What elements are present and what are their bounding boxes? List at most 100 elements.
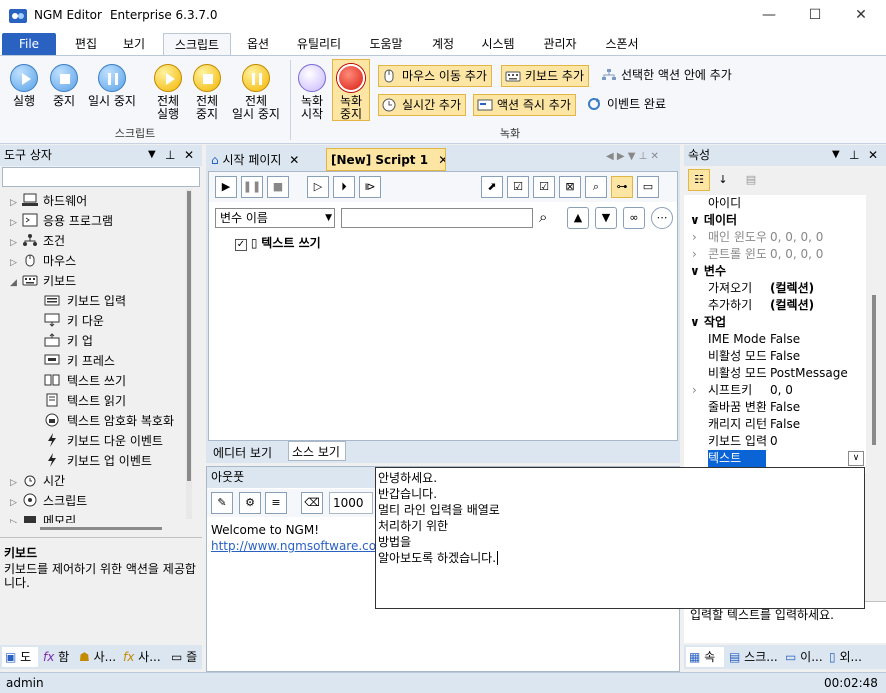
tree-h-scrollbar[interactable] xyxy=(40,527,162,530)
menu-icon[interactable]: ≡ xyxy=(265,492,287,514)
output-link[interactable]: http://www.ngmsoftware.com xyxy=(211,539,388,553)
dropdown-icon[interactable]: ▼ xyxy=(832,145,840,165)
tree-item-time[interactable]: ▷ 시간 xyxy=(10,471,65,491)
search-icon[interactable]: ⌕ xyxy=(585,176,607,198)
run-all-button[interactable]: 전체 실행 xyxy=(148,64,188,121)
pause-button[interactable]: 일시 중지 xyxy=(84,64,140,108)
play-icon[interactable]: ▶ xyxy=(215,176,237,198)
record-start-button[interactable]: 녹화 시작 xyxy=(295,64,329,121)
delete-icon[interactable]: ⊠ xyxy=(559,176,581,198)
event-complete-button[interactable]: 이벤트 완료 xyxy=(584,94,670,116)
property-pages-icon[interactable]: ▤ xyxy=(740,169,762,191)
tab-functions[interactable]: fx 함 xyxy=(40,647,74,667)
tab-editor-view[interactable]: 에디터 보기 xyxy=(210,443,286,463)
record-stop-button[interactable]: 녹화 중지 xyxy=(332,59,370,121)
tab-help[interactable]: 도움말 xyxy=(362,33,410,55)
category-variable[interactable]: ∨ 변수 xyxy=(690,263,866,280)
step-icon[interactable]: ▷ xyxy=(307,176,329,198)
minimize-button[interactable]: — xyxy=(746,0,792,31)
category-data[interactable]: ∨ 데이터 xyxy=(690,212,866,229)
tab-toolbox[interactable]: ▣ 도 xyxy=(2,647,38,667)
checkbox-icon[interactable]: ✓ xyxy=(235,239,247,251)
more-icon[interactable]: ⋯ xyxy=(651,207,673,229)
add-mouse-move-button[interactable]: 마우스 이동 추가 xyxy=(378,65,492,87)
tree-child-read-text[interactable]: 텍스트 읽기 xyxy=(44,391,126,411)
dropdown-icon[interactable]: ▼ xyxy=(148,145,156,165)
pin-icon[interactable]: ⊥ xyxy=(165,145,175,165)
check-icon[interactable]: ☑ xyxy=(533,176,555,198)
prop-carriage-return[interactable]: 캐리지 리턴 False xyxy=(684,416,864,433)
tab-view[interactable]: 보기 xyxy=(114,33,154,55)
prop-ime-mode[interactable]: IME Mode False xyxy=(684,331,864,348)
maximize-button[interactable]: ☐ xyxy=(792,0,838,31)
infinity-icon[interactable]: ∞ xyxy=(623,207,645,229)
run-selected-icon[interactable]: ⧐ xyxy=(359,176,381,198)
chart-icon[interactable]: ⬈ xyxy=(481,176,503,198)
stop-button[interactable]: 중지 xyxy=(46,64,82,108)
tree-scrollbar[interactable] xyxy=(186,189,192,519)
check-all-icon[interactable]: ☑ xyxy=(507,176,529,198)
tree-item-condition[interactable]: ▷ 조건 xyxy=(10,231,65,251)
tab-system[interactable]: 시스템 xyxy=(474,33,522,55)
tree-child-key-up[interactable]: 키 업 xyxy=(44,331,93,351)
tree-child-keyboard-input[interactable]: 키보드 입력 xyxy=(44,291,126,311)
add-keyboard-button[interactable]: 키보드 추가 xyxy=(501,65,590,87)
panel-close-icon[interactable]: ✕ xyxy=(868,145,878,165)
tab-source-view[interactable]: 소스 보기 xyxy=(288,441,346,461)
tree-child-encrypt-text[interactable]: 텍스트 암호화 복호화 xyxy=(44,411,174,431)
tab-utility[interactable]: 유틸리티 xyxy=(290,33,348,55)
tree-child-key-down[interactable]: 키 다운 xyxy=(44,311,104,331)
toolbox-search-input[interactable] xyxy=(2,167,200,187)
add-instant-action-button[interactable]: 액션 즉시 추가 xyxy=(473,94,576,116)
tree-item-memory[interactable]: ▷ 메모리 xyxy=(10,511,76,523)
tab-script-1[interactable]: [New] Script 1 ✕ xyxy=(326,148,446,171)
category-work[interactable]: ∨ 작업 xyxy=(690,314,866,331)
prop-add[interactable]: 추가하기 (컬렉션) xyxy=(684,297,864,314)
tree-child-keyboard-down-event[interactable]: 키보드 다운 이벤트 xyxy=(44,431,163,451)
pause-all-button[interactable]: 전체 일시 중지 xyxy=(228,64,284,121)
tab-options[interactable]: 옵션 xyxy=(238,33,278,55)
tree-item-application[interactable]: ▷ 응용 프로그램 xyxy=(10,211,113,231)
stop-all-button[interactable]: 전체 중지 xyxy=(188,64,226,121)
clean-icon[interactable]: ✎ xyxy=(211,492,233,514)
tree-item-mouse[interactable]: ▷ 마우스 xyxy=(10,251,76,271)
panel-close-icon[interactable]: ✕ xyxy=(184,145,194,165)
tab-script[interactable]: 스크립트 xyxy=(163,33,231,55)
prop-keyboard-input[interactable]: 키보드 입력 0 xyxy=(684,433,864,450)
tab-edit[interactable]: 편집 xyxy=(66,33,106,55)
prop-inactive-mode[interactable]: 비활성 모드 False xyxy=(684,348,864,365)
prop-control-window[interactable]: ›콘트롤 윈도우0, 0, 0, 0 xyxy=(684,246,864,263)
pin-icon[interactable]: ⊥ xyxy=(849,145,859,165)
prop-main-window[interactable]: › 매인 윈도우 0, 0, 0, 0 xyxy=(684,229,864,246)
tree-child-key-press[interactable]: 키 프레스 xyxy=(44,351,115,371)
tab-favorites[interactable]: ▭ 즐 xyxy=(168,647,200,667)
eraser-icon[interactable]: ⌫ xyxy=(301,492,323,514)
multiline-text-editor[interactable]: 안녕하세요. 반갑습니다. 멀티 라인 입력을 배열로 처리하기 위한 방법을 … xyxy=(375,467,865,609)
action-row-write-text[interactable]: ✓ ▯ 텍스트 쓰기 xyxy=(235,234,321,251)
pause-icon[interactable]: ❚❚ xyxy=(241,176,263,198)
variable-select[interactable]: 변수 이름 ▼ xyxy=(215,208,335,228)
tree-item-script[interactable]: ▷ 스크립트 xyxy=(10,491,87,511)
prop-shift-key[interactable]: › 시프트키 0, 0 xyxy=(684,382,864,399)
file-menu[interactable]: File xyxy=(2,33,56,55)
tab-admin[interactable]: 관리자 xyxy=(536,33,584,55)
prop-text[interactable]: 텍스트 ∨ xyxy=(684,450,864,467)
tab-user[interactable]: ☗ 사... xyxy=(76,647,118,667)
categorized-icon[interactable]: ☷ xyxy=(688,169,710,191)
tab-user-functions[interactable]: fx 사... xyxy=(120,647,166,667)
search-icon[interactable]: ⌕ xyxy=(539,208,547,226)
monitor-icon[interactable]: ▭ xyxy=(637,176,659,198)
tab-nav-icons[interactable]: ◀ ▶ ▼ ⊥ ✕ xyxy=(606,151,659,162)
tab-images[interactable]: ▭ 이... xyxy=(782,647,824,667)
move-up-icon[interactable]: ▲ xyxy=(567,207,589,229)
stop-icon[interactable]: ■ xyxy=(267,176,289,198)
prop-inactive-method[interactable]: 비활성 모드 PostMessage xyxy=(684,365,864,382)
line-count-input[interactable]: 1000 xyxy=(329,492,373,514)
tab-start-page[interactable]: ⌂ 시작 페이지 ✕ xyxy=(208,149,324,171)
tab-sponsor[interactable]: 스폰서 xyxy=(598,33,646,55)
tree-item-keyboard[interactable]: ◢ 키보드 xyxy=(10,271,76,291)
tab-account[interactable]: 계정 xyxy=(424,33,462,55)
run-from-icon[interactable]: ⏵ xyxy=(333,176,355,198)
chevron-down-icon[interactable]: ∨ xyxy=(848,451,864,466)
tab-properties[interactable]: ▦ 속 xyxy=(686,647,724,667)
